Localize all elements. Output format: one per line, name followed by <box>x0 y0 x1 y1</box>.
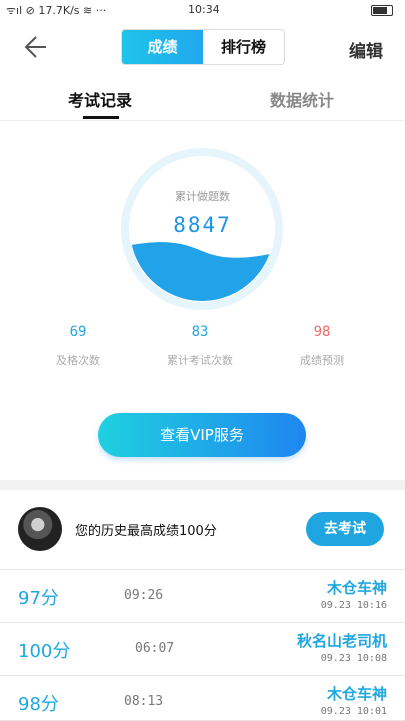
list-item[interactable]: 98分 08:13 木仓车神 09.23 10:01 <box>0 676 405 721</box>
best-score-text: 您的历史最高成绩100分 <box>75 524 217 539</box>
status-bar: ᯤıl ⊘ 17.7K/s ≋ ··· 10:34 <box>0 0 405 20</box>
app-header: 成绩 排行榜 编辑 <box>0 20 405 78</box>
back-button[interactable] <box>20 32 54 62</box>
score-prediction-label: 成绩预测 <box>300 354 344 367</box>
exam-count-value: 83 <box>191 324 209 340</box>
tab-scores[interactable]: 成绩 <box>122 30 203 64</box>
avatar <box>18 507 62 551</box>
subtab-data-statistics[interactable]: 数据统计 <box>270 87 334 111</box>
pass-count-value: 69 <box>69 324 87 340</box>
statistics-panel: 累计做题数 8847 69 及格次数 83 累计考试次数 98 成绩预测 查看V… <box>0 121 405 480</box>
record-duration: 09:26 <box>124 588 164 603</box>
active-tab-indicator <box>83 116 119 119</box>
list-item[interactable]: 100分 06:07 秋名山老司机 09.23 10:08 <box>0 623 405 676</box>
total-questions-value: 8847 <box>173 213 232 237</box>
score-prediction-value: 98 <box>313 324 331 340</box>
exam-count-metric: 83 累计考试次数 <box>150 324 250 368</box>
record-duration: 06:07 <box>135 641 175 656</box>
subtab-bar: 考试记录 数据统计 <box>0 78 405 121</box>
view-vip-button[interactable]: 查看VIP服务 <box>98 413 306 457</box>
record-user: 木仓车神 <box>326 685 387 703</box>
segment-control: 成绩 排行榜 <box>121 29 285 65</box>
record-score: 98分 <box>18 694 59 715</box>
arrow-left-icon <box>24 36 46 58</box>
total-questions-label: 累计做题数 <box>175 190 230 203</box>
record-score: 97分 <box>18 588 59 609</box>
record-duration: 08:13 <box>124 694 164 709</box>
record-date: 09.23 10:08 <box>320 653 387 664</box>
status-time: 10:34 <box>188 3 220 16</box>
take-exam-button[interactable]: 去考试 <box>306 512 384 546</box>
record-date: 09.23 10:16 <box>320 600 387 611</box>
status-indicators: ᯤıl ⊘ 17.7K/s ≋ ··· <box>6 4 107 17</box>
battery-icon <box>371 5 393 16</box>
score-prediction-metric: 98 成绩预测 <box>272 324 372 368</box>
pass-count-metric: 69 及格次数 <box>28 324 128 368</box>
tab-leaderboard[interactable]: 排行榜 <box>203 30 284 64</box>
edit-button[interactable]: 编辑 <box>349 37 383 62</box>
subtab-exam-records[interactable]: 考试记录 <box>68 87 132 111</box>
best-score-bar: 您的历史最高成绩100分 去考试 <box>0 490 405 570</box>
exam-count-label: 累计考试次数 <box>167 354 233 367</box>
pass-count-label: 及格次数 <box>56 354 100 367</box>
record-user: 木仓车神 <box>326 579 387 597</box>
record-score: 100分 <box>18 641 71 662</box>
record-user: 秋名山老司机 <box>296 632 387 650</box>
list-item[interactable]: 97分 09:26 木仓车神 09.23 10:16 <box>0 570 405 623</box>
record-date: 09.23 10:01 <box>320 706 387 717</box>
